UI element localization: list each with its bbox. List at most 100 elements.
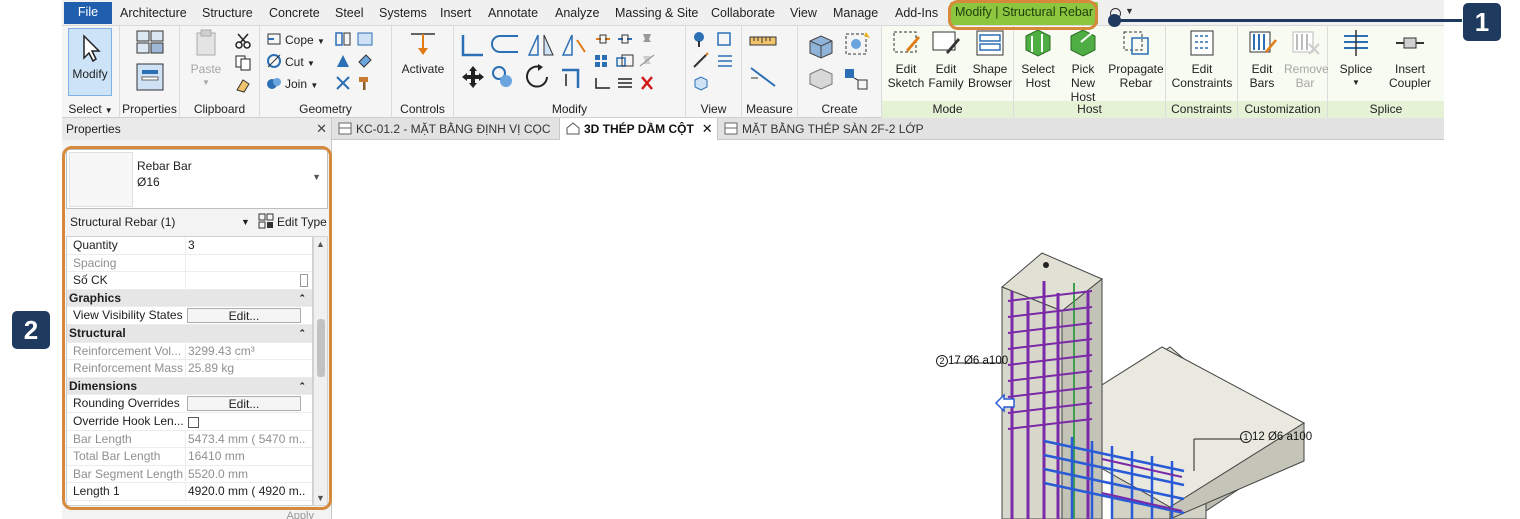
tab-view[interactable]: View: [790, 3, 817, 24]
rebar-tag-2[interactable]: 2 17 Ø6 a100: [936, 355, 1008, 367]
demolish-icon[interactable]: [334, 52, 352, 70]
pick-new-host-button[interactable]: Pick New Host: [1060, 28, 1106, 104]
close-icon[interactable]: ✕: [316, 118, 327, 140]
create-assembly-icon[interactable]: [806, 66, 836, 92]
copy-element-icon[interactable]: [490, 64, 516, 90]
activate-button[interactable]: Activate: [398, 28, 448, 76]
highlight-modify-tab: [948, 0, 1098, 30]
split-element-icon[interactable]: [594, 32, 612, 46]
mirror-draw-axis-icon[interactable]: [560, 32, 588, 58]
move-icon[interactable]: [460, 64, 486, 90]
cursor-arrow-icon: [83, 34, 101, 63]
wall-joins-icon[interactable]: [334, 30, 352, 48]
view-tab-kc-01-2[interactable]: KC-01.2 - MẶT BẰNG ĐỊNH VỊ CỌC: [332, 118, 560, 140]
rebar-3d-model-icon[interactable]: [332, 141, 1444, 519]
tab-structure[interactable]: Structure: [202, 3, 253, 24]
panel-label-host: Host: [1014, 101, 1165, 118]
remove-bar-button[interactable]: Remove Bar: [1284, 28, 1329, 90]
shape-browser-button[interactable]: Shape Browser: [968, 28, 1012, 90]
modify-button[interactable]: Modify: [68, 28, 112, 96]
hammer-icon[interactable]: [356, 74, 374, 92]
type-properties-icon[interactable]: [134, 28, 166, 58]
cut-button[interactable]: Cut ▼: [266, 52, 315, 72]
properties-title: Properties: [66, 122, 121, 136]
delete-icon[interactable]: [638, 76, 656, 90]
tab-concrete[interactable]: Concrete: [269, 3, 320, 24]
apply-button[interactable]: Apply: [286, 510, 314, 519]
create-group-icon[interactable]: [842, 30, 874, 60]
panel-select: Modify Select ▼: [62, 26, 120, 118]
edit-sketch-button[interactable]: Edit Sketch: [886, 28, 926, 90]
create-part-icon[interactable]: [806, 32, 836, 60]
rotate-icon[interactable]: [524, 64, 552, 90]
split-gap-icon[interactable]: [616, 32, 634, 46]
tab-annotate[interactable]: Annotate: [488, 3, 538, 24]
trim-extend-icon[interactable]: [558, 64, 586, 90]
align-icon[interactable]: [460, 32, 486, 58]
tab-systems[interactable]: Systems: [379, 3, 427, 24]
measure-distance-icon[interactable]: [748, 32, 778, 50]
linework-icon[interactable]: [692, 52, 710, 70]
pin-icon[interactable]: [638, 32, 656, 46]
override-graphics-icon[interactable]: [692, 30, 710, 48]
cope-icon: [267, 33, 281, 45]
tab-add-ins[interactable]: Add-Ins: [895, 3, 938, 24]
edit-constraints-button[interactable]: Edit Constraints: [1170, 28, 1234, 90]
scale-icon[interactable]: [616, 54, 634, 68]
view-tab-label: 3D THÉP DẦM CỘT: [584, 122, 694, 136]
trim-multiple-icon[interactable]: [616, 76, 634, 90]
close-icon[interactable]: ✕: [702, 121, 713, 136]
hide-element-icon[interactable]: [716, 30, 734, 48]
create-similar-icon[interactable]: [842, 66, 872, 92]
panel-label-controls: Controls: [400, 102, 445, 116]
propagate-rebar-icon: [1123, 31, 1149, 55]
chevron-down-icon[interactable]: ▼: [1125, 6, 1134, 16]
mirror-pick-axis-icon[interactable]: [526, 32, 556, 58]
select-host-icon: [1025, 29, 1051, 57]
edit-bars-button[interactable]: Edit Bars: [1242, 28, 1282, 90]
properties-palette-icon[interactable]: [134, 62, 166, 92]
filter-lines-icon[interactable]: [716, 52, 734, 70]
tab-analyze[interactable]: Analyze: [555, 3, 599, 24]
select-host-button[interactable]: Select Host: [1018, 28, 1058, 90]
cube-view-icon[interactable]: [692, 74, 710, 92]
copy-icon[interactable]: [234, 54, 252, 72]
trim-single-icon[interactable]: [594, 76, 612, 90]
view-tab-3d-thep-dam-cot[interactable]: 3D THÉP DẦM CỘT ✕: [560, 118, 718, 140]
panel-splice: Splice ▼ Insert Coupler Splice: [1328, 26, 1444, 118]
edit-family-icon: [932, 31, 960, 54]
offset-icon[interactable]: [490, 32, 522, 58]
tab-collaborate[interactable]: Collaborate: [711, 3, 775, 24]
panel-view: View: [686, 26, 742, 118]
tab-manage[interactable]: Manage: [833, 3, 878, 24]
cope-button[interactable]: Cope ▼: [266, 30, 325, 50]
tab-file[interactable]: File: [64, 2, 112, 24]
drawing-area[interactable]: 2 17 Ø6 a100 1 12 Ø6 a100: [332, 141, 1444, 519]
dimension-icon[interactable]: [748, 64, 778, 88]
tab-architecture[interactable]: Architecture: [120, 3, 187, 24]
tab-insert[interactable]: Insert: [440, 3, 471, 24]
rebar-tag-1[interactable]: 1 12 Ø6 a100: [1240, 431, 1312, 443]
tab-massing-site[interactable]: Massing & Site: [615, 3, 698, 24]
array-icon[interactable]: [594, 54, 612, 68]
match-properties-icon[interactable]: [234, 76, 252, 94]
propagate-rebar-button[interactable]: Propagate Rebar: [1108, 28, 1164, 90]
insert-coupler-icon: [1396, 37, 1424, 49]
propagate-rebar-label: Propagate Rebar: [1108, 62, 1164, 90]
properties-footer: Apply: [66, 510, 328, 519]
unpin-icon[interactable]: [638, 54, 656, 68]
clipboard-icon: [196, 29, 216, 56]
edit-family-button[interactable]: Edit Family: [926, 28, 966, 90]
splice-button[interactable]: Splice ▼: [1334, 28, 1378, 90]
insert-coupler-button[interactable]: Insert Coupler: [1384, 28, 1436, 90]
view-tab-label: MẶT BẰNG THÉP SÀN 2F-2 LỚP: [742, 122, 924, 136]
join-button[interactable]: Join ▼: [266, 74, 318, 94]
tab-steel[interactable]: Steel: [335, 3, 364, 24]
paste-button[interactable]: Paste ▼: [186, 28, 226, 90]
panel-label-select[interactable]: Select ▼: [62, 102, 119, 116]
unjoin-icon[interactable]: [334, 74, 352, 92]
paint-icon[interactable]: [356, 52, 374, 70]
split-face-icon[interactable]: [356, 30, 374, 48]
scissors-icon[interactable]: [234, 32, 252, 50]
view-tab-mat-bang-thep-san[interactable]: MẶT BẰNG THÉP SÀN 2F-2 LỚP: [718, 118, 924, 140]
